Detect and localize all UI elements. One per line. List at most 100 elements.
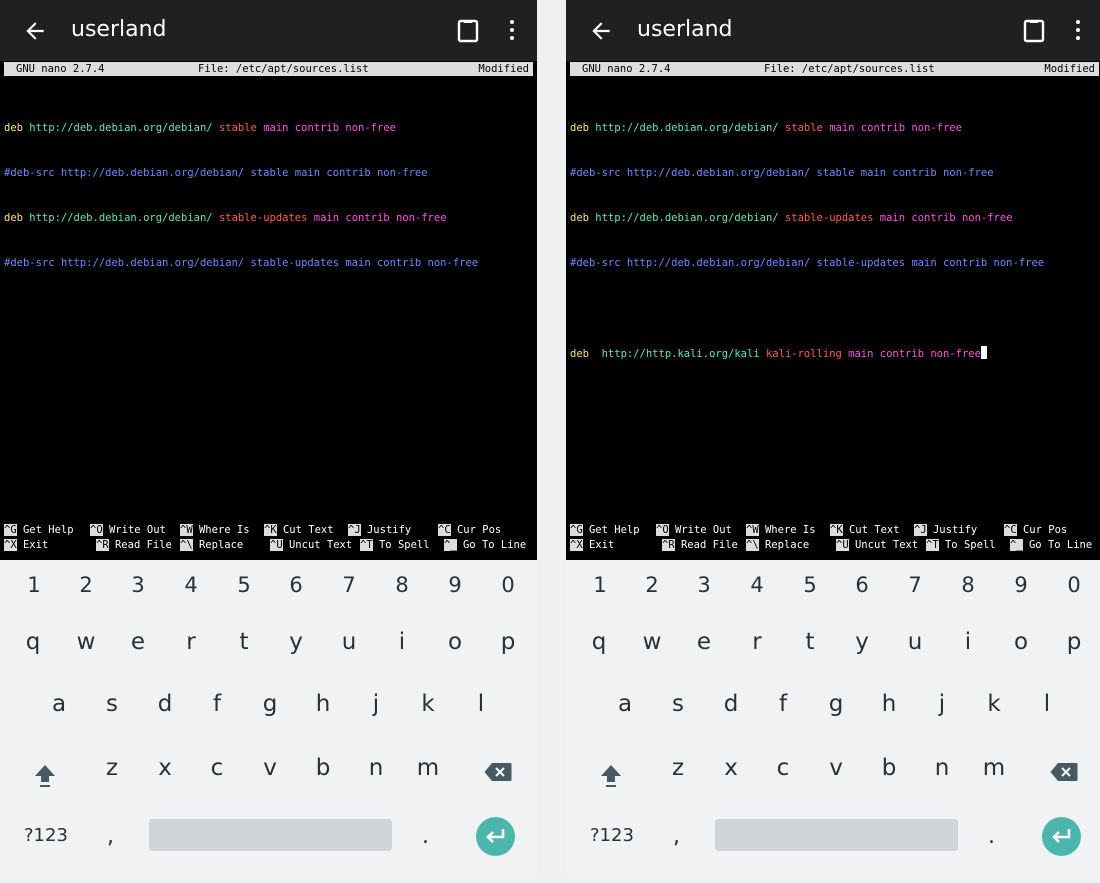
shortcut-cur-pos[interactable]: ^C Cur Pos [438,523,501,538]
shortcut-read-file[interactable]: ^R Read File [96,538,172,553]
key-4[interactable]: 4 [732,573,782,597]
key-s[interactable]: s [653,691,703,717]
key-v[interactable]: v [811,755,861,781]
key-p[interactable]: p [1049,629,1099,655]
key-7[interactable]: 7 [890,573,940,597]
key-0[interactable]: 0 [483,573,533,597]
key-u[interactable]: u [324,629,374,655]
shortcut-read-file[interactable]: ^R Read File [662,538,738,553]
key-3[interactable]: 3 [113,573,163,597]
key-e[interactable]: e [113,629,163,655]
key-w[interactable]: w [627,629,677,655]
key-9[interactable]: 9 [430,573,480,597]
space-bar[interactable] [149,819,392,851]
space-bar[interactable] [715,819,958,851]
shortcut-replace[interactable]: ^\ Replace [180,538,243,553]
key-t[interactable]: t [785,629,835,655]
key-q[interactable]: q [8,629,58,655]
key-d[interactable]: d [140,691,190,717]
key-v[interactable]: v [245,755,295,781]
clipboard-icon[interactable] [457,17,479,43]
shortcut-get-help[interactable]: ^G Get Help [4,523,74,538]
symbols-key[interactable]: ?123 [24,825,68,846]
shortcut-get-help[interactable]: ^G Get Help [570,523,640,538]
key-5[interactable]: 5 [219,573,269,597]
key-8[interactable]: 8 [943,573,993,597]
key-8[interactable]: 8 [377,573,427,597]
key-t[interactable]: t [219,629,269,655]
key-i[interactable]: i [943,629,993,655]
key-o[interactable]: o [430,629,480,655]
key-period[interactable]: . [988,824,995,849]
shortcut-go-to-line[interactable]: ^_ Go To Line [444,538,526,553]
key-k[interactable]: k [403,691,453,717]
shortcut-justify[interactable]: ^J Justify [914,523,977,538]
symbols-key[interactable]: ?123 [590,825,634,846]
key-c[interactable]: c [192,755,242,781]
key-n[interactable]: n [351,755,401,781]
key-b[interactable]: b [298,755,348,781]
key-o[interactable]: o [996,629,1046,655]
key-i[interactable]: i [377,629,427,655]
backspace-icon[interactable] [1050,762,1078,782]
key-g[interactable]: g [811,691,861,717]
key-1[interactable]: 1 [9,573,59,597]
key-7[interactable]: 7 [324,573,374,597]
key-n[interactable]: n [917,755,967,781]
key-s[interactable]: s [87,691,137,717]
key-u[interactable]: u [890,629,940,655]
key-1[interactable]: 1 [575,573,625,597]
key-j[interactable]: j [917,691,967,717]
key-f[interactable]: f [192,691,242,717]
editor-buffer[interactable]: deb http://deb.debian.org/debian/ stable… [570,91,1044,391]
key-a[interactable]: a [600,691,650,717]
key-h[interactable]: h [298,691,348,717]
key-2[interactable]: 2 [61,573,111,597]
key-w[interactable]: w [61,629,111,655]
shift-icon[interactable] [599,763,623,789]
key-p[interactable]: p [483,629,533,655]
key-r[interactable]: r [166,629,216,655]
key-g[interactable]: g [245,691,295,717]
key-q[interactable]: q [574,629,624,655]
key-f[interactable]: f [758,691,808,717]
shortcut-justify[interactable]: ^J Justify [348,523,411,538]
key-6[interactable]: 6 [271,573,321,597]
key-h[interactable]: h [864,691,914,717]
shortcut-where-is[interactable]: ^W Where Is [746,523,816,538]
arrow-left-icon[interactable] [22,18,48,44]
editor-buffer[interactable]: deb http://deb.debian.org/debian/ stable… [4,91,478,301]
key-a[interactable]: a [34,691,84,717]
key-6[interactable]: 6 [837,573,887,597]
shortcut-where-is[interactable]: ^W Where Is [180,523,250,538]
backspace-icon[interactable] [484,762,512,782]
more-vertical-icon[interactable] [508,20,516,42]
shortcut-cut-text[interactable]: ^K Cut Text [830,523,900,538]
arrow-left-icon[interactable] [588,18,614,44]
key-l[interactable]: l [456,691,506,717]
terminal[interactable]: GNU nano 2.7.4 File: /etc/apt/sources.li… [566,61,1100,560]
key-m[interactable]: m [969,755,1019,781]
shift-icon[interactable] [33,763,57,789]
key-l[interactable]: l [1022,691,1072,717]
shortcut-uncut-text[interactable]: ^U Uncut Text [836,538,918,553]
key-x[interactable]: x [706,755,756,781]
key-d[interactable]: d [706,691,756,717]
shortcut-go-to-line[interactable]: ^_ Go To Line [1010,538,1092,553]
key-4[interactable]: 4 [166,573,216,597]
shortcut-cut-text[interactable]: ^K Cut Text [264,523,334,538]
terminal[interactable]: GNU nano 2.7.4 File: /etc/apt/sources.li… [0,61,537,560]
shortcut-to-spell[interactable]: ^T To Spell [360,538,430,553]
key-0[interactable]: 0 [1049,573,1099,597]
shortcut-to-spell[interactable]: ^T To Spell [926,538,996,553]
key-comma[interactable]: , [107,824,114,849]
key-j[interactable]: j [351,691,401,717]
key-m[interactable]: m [403,755,453,781]
key-k[interactable]: k [969,691,1019,717]
key-3[interactable]: 3 [679,573,729,597]
shortcut-uncut-text[interactable]: ^U Uncut Text [270,538,352,553]
key-e[interactable]: e [679,629,729,655]
key-period[interactable]: . [422,824,429,849]
more-vertical-icon[interactable] [1074,20,1082,42]
key-5[interactable]: 5 [785,573,835,597]
